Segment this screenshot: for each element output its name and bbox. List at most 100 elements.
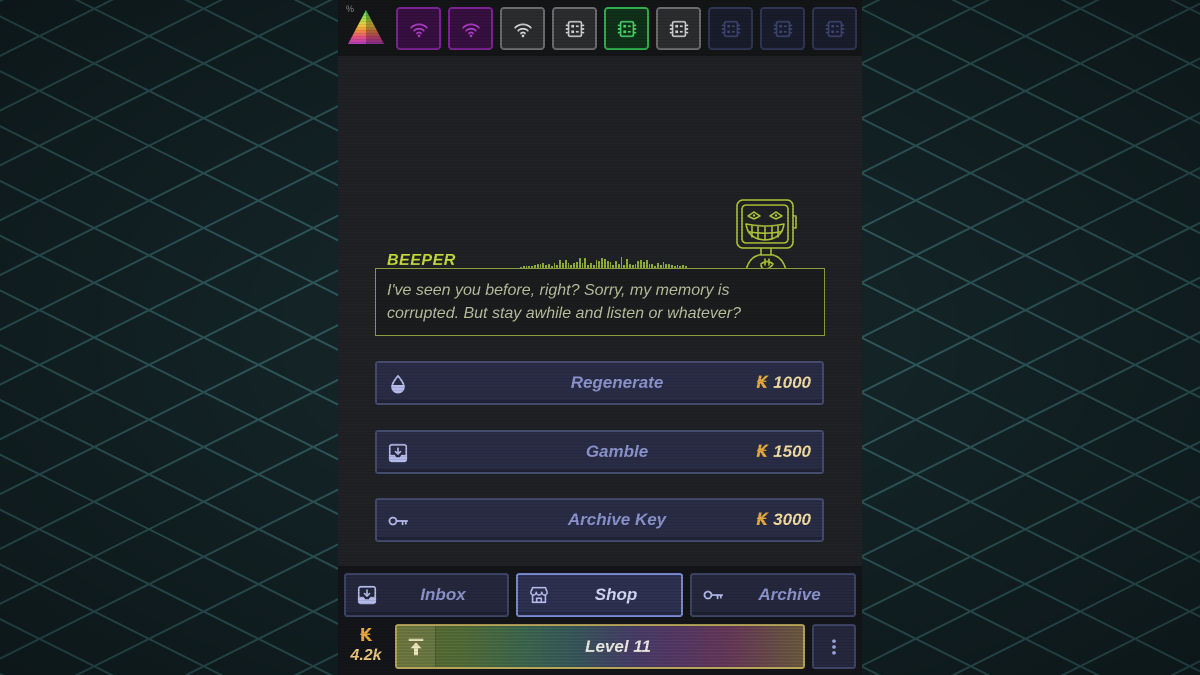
speaker-name: BEEPER — [387, 252, 456, 269]
waveform-bar — [612, 265, 615, 268]
chip-icon — [720, 18, 742, 40]
currency-symbol: ₭ — [359, 625, 373, 646]
waveform-bar — [654, 266, 657, 268]
tab-label: Inbox — [420, 585, 466, 604]
droplet-icon — [387, 373, 409, 395]
shop-item-price: ₭ 1500 — [756, 432, 811, 472]
archive-key-button[interactable]: Archive Key ₭ 3000 — [375, 498, 824, 542]
waveform-bar — [556, 265, 559, 268]
tab-label: Archive — [758, 585, 821, 604]
tab-archive[interactable]: Archive — [690, 573, 856, 617]
waveform-bar — [603, 259, 606, 268]
waveform-bar — [676, 265, 679, 268]
waveform-bar — [631, 265, 634, 268]
waveform-bar — [671, 265, 673, 268]
waveform-bar — [539, 264, 542, 268]
upgrade-slot-6[interactable] — [656, 7, 701, 50]
wifi-icon — [512, 18, 534, 40]
beeper-robot-character — [736, 199, 797, 276]
voice-waveform — [520, 256, 690, 268]
waveform-bar — [657, 263, 659, 268]
inbox-download-icon — [387, 442, 409, 464]
tab-shop[interactable]: Shop — [516, 573, 683, 617]
waveform-bar — [578, 258, 581, 268]
waveform-bar — [665, 264, 668, 268]
waveform-bar — [651, 264, 654, 268]
upgrade-slot-9[interactable] — [812, 7, 857, 50]
upgrade-slot-7[interactable] — [708, 7, 753, 50]
waveform-bar — [536, 264, 539, 268]
waveform-bar — [685, 266, 687, 268]
waveform-bar — [620, 257, 623, 268]
currency-symbol: ₭ — [756, 373, 769, 393]
store-icon — [528, 584, 550, 606]
waveform-bar — [637, 261, 640, 268]
waveform-bar — [659, 265, 662, 268]
chip-icon — [772, 18, 794, 40]
upgrade-slot-2[interactable] — [448, 7, 493, 50]
chip-icon — [616, 18, 638, 40]
level-label: Level 11 — [585, 637, 651, 656]
upgrade-slot-5[interactable] — [604, 7, 649, 50]
level-up-icon — [397, 626, 436, 667]
currency-balance: ₭ 4.2k — [343, 626, 389, 666]
waveform-bar — [547, 264, 550, 268]
waveform-bar — [581, 263, 584, 268]
key-icon — [702, 584, 724, 606]
wifi-icon — [408, 18, 430, 40]
waveform-bar — [615, 261, 617, 268]
waveform-bar — [648, 264, 651, 268]
key-icon — [387, 510, 409, 532]
waveform-bar — [533, 265, 536, 268]
waveform-bar — [679, 266, 682, 268]
waveform-bar — [606, 261, 609, 268]
waveform-bar — [617, 264, 620, 268]
waveform-bar — [564, 260, 567, 268]
upgrade-slot-1[interactable] — [396, 7, 441, 50]
waveform-bar — [525, 266, 528, 268]
inbox-icon — [356, 584, 378, 606]
level-bar[interactable]: Level 11 — [395, 624, 805, 669]
waveform-bar — [575, 262, 578, 268]
waveform-bar — [559, 260, 561, 268]
waveform-bar — [553, 263, 556, 268]
top-bar: % — [338, 0, 862, 56]
waveform-bar — [522, 266, 525, 268]
waveform-bar — [592, 265, 595, 268]
waveform-bar — [598, 261, 601, 268]
currency-symbol: ₭ — [756, 510, 769, 530]
wifi-icon — [460, 18, 482, 40]
tab-label: Shop — [594, 585, 638, 604]
waveform-bar — [629, 264, 631, 268]
menu-button[interactable] — [812, 624, 856, 669]
upgrade-slots — [396, 7, 857, 50]
waveform-bar — [589, 263, 592, 268]
waveform-bar — [634, 264, 637, 268]
regenerate-button[interactable]: Regenerate ₭ 1000 — [375, 361, 824, 405]
waveform-bar — [601, 258, 603, 268]
chip-icon — [668, 18, 690, 40]
waveform-bar — [531, 266, 533, 268]
waveform-bar — [609, 262, 612, 268]
dialog-line: corrupted. But stay awhile and listen or… — [387, 305, 741, 322]
price-amount: 3000 — [773, 510, 811, 529]
waveform-bar — [626, 259, 629, 268]
waveform-bar — [623, 265, 626, 268]
waveform-bar — [662, 262, 665, 268]
waveform-bar — [595, 260, 598, 268]
upgrade-slot-8[interactable] — [760, 7, 805, 50]
waveform-bar — [682, 265, 685, 268]
rainbow-pyramid-icon[interactable] — [348, 10, 384, 44]
waveform-bar — [673, 266, 676, 268]
price-amount: 1000 — [773, 373, 811, 392]
gamble-button[interactable]: Gamble ₭ 1500 — [375, 430, 824, 474]
waveform-bar — [520, 267, 522, 268]
waveform-bar — [645, 260, 648, 268]
tab-inbox[interactable]: Inbox — [344, 573, 509, 617]
upgrade-slot-3[interactable] — [500, 7, 545, 50]
waveform-bar — [542, 263, 545, 268]
chip-icon — [824, 18, 846, 40]
upgrade-slot-4[interactable] — [552, 7, 597, 50]
waveform-bar — [570, 265, 573, 268]
waveform-bar — [545, 265, 547, 268]
